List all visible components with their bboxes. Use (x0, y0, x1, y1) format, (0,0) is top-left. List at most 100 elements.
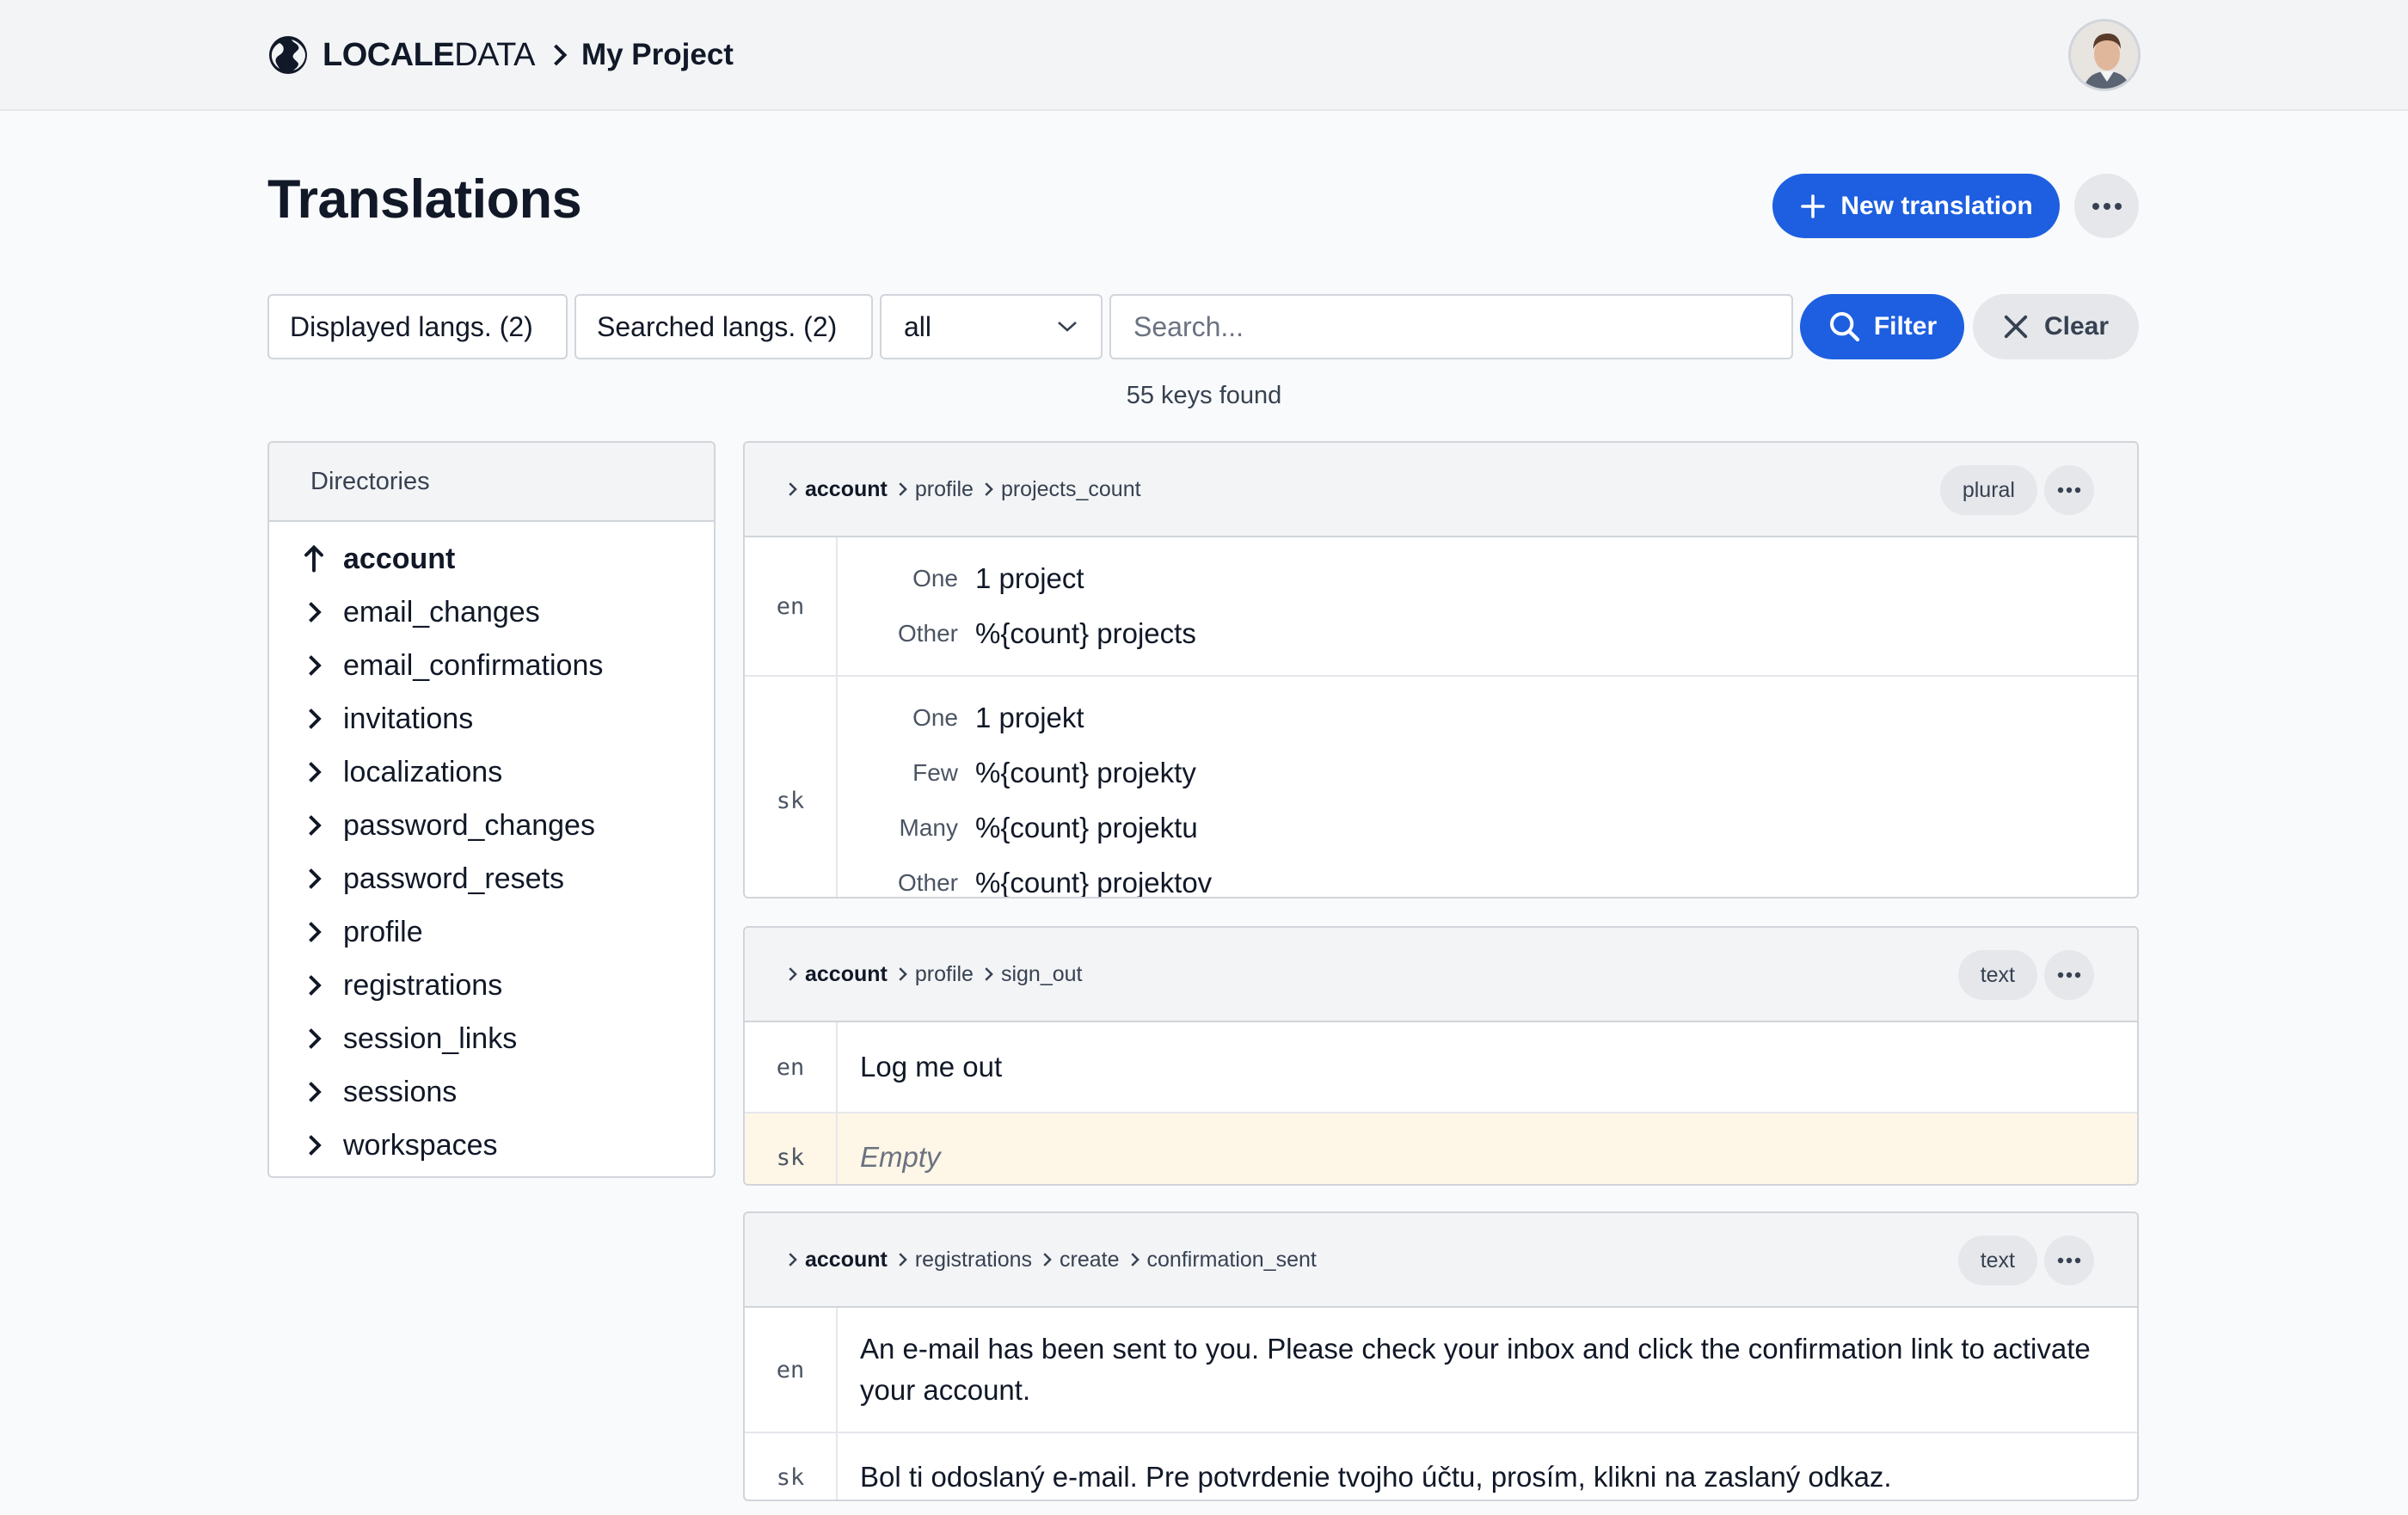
directory-item[interactable]: password_changes (269, 799, 714, 852)
key-path-segment[interactable]: projects_count (1001, 477, 1141, 502)
plus-icon (1801, 193, 1826, 218)
more-horizontal-icon (2057, 487, 2081, 494)
translation-key-card: account profile sign_out text en Log me ou… (743, 926, 2139, 1186)
plural-form-value: %{count} projektu (975, 812, 1198, 843)
directory-item[interactable]: sessions (269, 1065, 714, 1119)
chevron-right-icon (309, 975, 322, 996)
plural-form-line[interactable]: Other %{count} projektov (838, 856, 2137, 897)
directory-item[interactable]: email_changes (269, 586, 714, 639)
page-more-button[interactable] (2074, 174, 2139, 238)
language-code: en (745, 1022, 838, 1112)
translation-value: An e-mail has been sent to you. Please c… (860, 1333, 2091, 1406)
translation-row[interactable]: sk Bol ti odoslaný e-mail. Pre potvrdeni… (745, 1432, 2137, 1500)
user-avatar[interactable] (2068, 19, 2141, 91)
key-more-button[interactable] (2044, 465, 2094, 515)
translation-row[interactable]: en An e-mail has been sent to you. Pleas… (745, 1308, 2137, 1432)
key-path-segment[interactable]: confirmation_sent (1147, 1248, 1317, 1273)
directory-current[interactable]: account (269, 532, 714, 586)
translation-row[interactable]: sk Empty (745, 1112, 2137, 1184)
plural-form-label: One (912, 704, 958, 731)
directory-item-label: profile (343, 915, 423, 948)
plural-form-line[interactable]: Many %{count} projektu (838, 800, 2137, 856)
plural-form-line[interactable]: Other %{count} projects (838, 606, 2137, 661)
key-more-button[interactable] (2044, 950, 2094, 1000)
searched-langs-button[interactable]: Searched langs. (2) (574, 294, 873, 359)
level-up-icon (304, 544, 323, 573)
chevron-down-icon (1058, 322, 1077, 332)
translation-key-card: account registrations create confirmation_s… (743, 1211, 2139, 1501)
key-path-segment[interactable]: sign_out (1001, 962, 1083, 987)
new-translation-button[interactable]: New translation (1772, 174, 2060, 238)
clear-button[interactable]: Clear (1973, 294, 2139, 359)
translation-row: en One 1 project Other %{count} projects (745, 537, 2137, 675)
directory-item-label: email_confirmations (343, 648, 604, 682)
directory-list: account email_changes email_confirmations… (269, 522, 714, 1172)
directory-item[interactable]: workspaces (269, 1119, 714, 1172)
directory-item-label: password_resets (343, 862, 565, 895)
close-icon (2004, 315, 2028, 339)
plural-form-line[interactable]: One 1 projekt (838, 690, 2137, 745)
chevron-right-icon (309, 1082, 322, 1102)
language-code: en (745, 1308, 838, 1432)
directory-item[interactable]: email_confirmations (269, 639, 714, 692)
plural-forms: One 1 projekt Few %{count} projekty Many… (838, 677, 2137, 897)
directory-item[interactable]: password_resets (269, 852, 714, 905)
chevron-right-icon (899, 1253, 907, 1267)
directory-item-label: session_links (343, 1021, 518, 1055)
search-input[interactable] (1109, 294, 1793, 359)
chevron-right-icon (789, 1253, 797, 1267)
plural-form-value: %{count} projekty (975, 757, 1196, 788)
plural-form-label: Many (899, 814, 958, 841)
language-code: sk (745, 1433, 838, 1500)
globe-icon (269, 36, 307, 74)
translation-row[interactable]: en Log me out (745, 1022, 2137, 1112)
key-path-segment[interactable]: profile (915, 477, 974, 502)
plural-form-line[interactable]: Few %{count} projekty (838, 745, 2137, 800)
directory-item-label: localizations (343, 755, 503, 788)
chevron-right-icon (309, 708, 322, 729)
key-card-header: account profile projects_count plural (745, 443, 2137, 537)
key-path-segment[interactable]: create (1060, 1248, 1119, 1273)
chevron-right-icon (309, 602, 322, 623)
key-type-badge: text (1957, 1236, 2037, 1285)
key-path-breadcrumb: account profile sign_out (784, 962, 1089, 987)
directory-item[interactable]: profile (269, 905, 714, 959)
plural-form-line[interactable]: One 1 project (838, 551, 2137, 606)
displayed-langs-button[interactable]: Displayed langs. (2) (267, 294, 568, 359)
filter-button[interactable]: Filter (1800, 294, 1964, 359)
translation-row: sk One 1 projekt Few %{count} projekty M… (745, 675, 2137, 897)
key-type-badge: text (1957, 950, 2037, 1000)
directory-item-label: registrations (343, 968, 503, 1002)
chevron-right-icon (309, 1135, 322, 1156)
key-path-segment[interactable]: account (805, 962, 888, 987)
brand-logo[interactable]: LOCALEDATA (322, 37, 535, 74)
chevron-right-icon (309, 762, 322, 782)
translation-key-card: account profile projects_count plural en O… (743, 441, 2139, 899)
plural-form-label: Other (897, 620, 958, 647)
directory-item[interactable]: registrations (269, 959, 714, 1012)
directory-item[interactable]: localizations (269, 745, 714, 799)
key-type-badge: plural (1939, 465, 2037, 515)
new-translation-label: New translation (1840, 191, 2033, 220)
key-more-button[interactable] (2044, 1236, 2094, 1285)
scope-select[interactable]: all (880, 294, 1103, 359)
directory-item-label: email_changes (343, 595, 540, 629)
project-name-link[interactable]: My Project (581, 38, 734, 72)
key-path-segment[interactable]: registrations (915, 1248, 1032, 1273)
key-card-header: account profile sign_out text (745, 928, 2137, 1022)
directory-item[interactable]: invitations (269, 692, 714, 745)
translation-value: Bol ti odoslaný e-mail. Pre potvrdenie t… (860, 1461, 1892, 1493)
avatar-image (2071, 21, 2138, 89)
key-path-segment[interactable]: account (805, 477, 888, 502)
directory-current-label: account (343, 542, 456, 575)
key-path-segment[interactable]: profile (915, 962, 974, 987)
directory-item-label: sessions (343, 1075, 458, 1108)
directory-item[interactable]: session_links (269, 1012, 714, 1065)
chevron-right-icon (899, 967, 907, 981)
scope-select-value: all (904, 310, 932, 342)
plural-form-label: One (912, 565, 958, 592)
chevron-right-icon (789, 482, 797, 496)
key-path-segment[interactable]: account (805, 1248, 888, 1273)
translation-value: Empty (860, 1141, 941, 1173)
language-code: en (745, 537, 838, 675)
